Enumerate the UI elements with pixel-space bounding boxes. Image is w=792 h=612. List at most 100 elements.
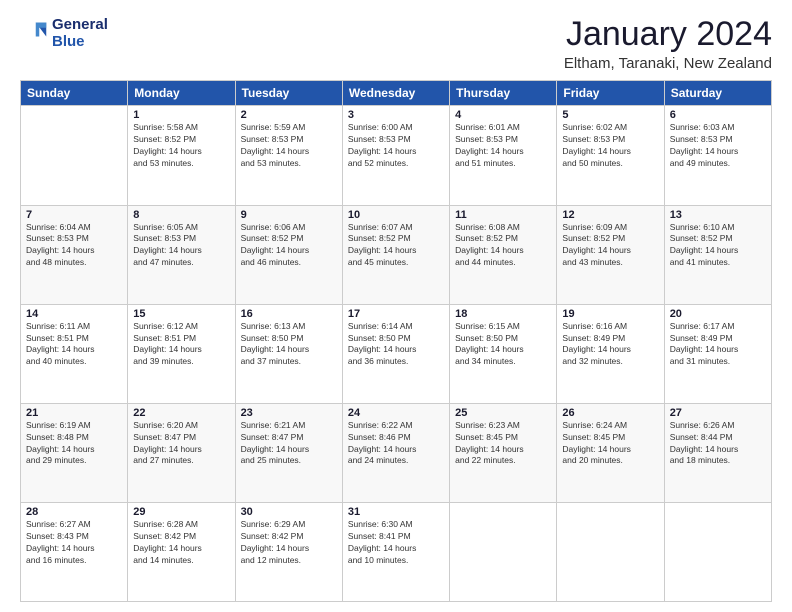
calendar-cell xyxy=(450,502,557,601)
day-info: Sunrise: 6:09 AMSunset: 8:52 PMDaylight:… xyxy=(562,222,658,270)
calendar-cell: 3Sunrise: 6:00 AMSunset: 8:53 PMDaylight… xyxy=(342,106,449,205)
day-number: 18 xyxy=(455,308,551,320)
day-info: Sunrise: 6:19 AMSunset: 8:48 PMDaylight:… xyxy=(26,420,122,468)
weekday-header-friday: Friday xyxy=(557,81,664,106)
logo-text: General Blue xyxy=(52,16,108,50)
calendar-cell: 25Sunrise: 6:23 AMSunset: 8:45 PMDayligh… xyxy=(450,403,557,502)
day-info: Sunrise: 6:22 AMSunset: 8:46 PMDaylight:… xyxy=(348,420,444,468)
week-row-2: 7Sunrise: 6:04 AMSunset: 8:53 PMDaylight… xyxy=(21,205,772,304)
day-info: Sunrise: 6:15 AMSunset: 8:50 PMDaylight:… xyxy=(455,321,551,369)
day-number: 30 xyxy=(241,506,337,518)
day-info: Sunrise: 6:12 AMSunset: 8:51 PMDaylight:… xyxy=(133,321,229,369)
weekday-header-tuesday: Tuesday xyxy=(235,81,342,106)
day-number: 29 xyxy=(133,506,229,518)
day-number: 20 xyxy=(670,308,766,320)
calendar-cell: 1Sunrise: 5:58 AMSunset: 8:52 PMDaylight… xyxy=(128,106,235,205)
calendar-cell: 18Sunrise: 6:15 AMSunset: 8:50 PMDayligh… xyxy=(450,304,557,403)
calendar-table: SundayMondayTuesdayWednesdayThursdayFrid… xyxy=(20,80,772,602)
main-title: January 2024 xyxy=(564,16,772,53)
day-info: Sunrise: 6:01 AMSunset: 8:53 PMDaylight:… xyxy=(455,122,551,170)
title-section: January 2024 Eltham, Taranaki, New Zeala… xyxy=(564,16,772,72)
day-number: 24 xyxy=(348,407,444,419)
calendar-cell: 15Sunrise: 6:12 AMSunset: 8:51 PMDayligh… xyxy=(128,304,235,403)
week-row-1: 1Sunrise: 5:58 AMSunset: 8:52 PMDaylight… xyxy=(21,106,772,205)
calendar-cell: 13Sunrise: 6:10 AMSunset: 8:52 PMDayligh… xyxy=(664,205,771,304)
calendar-cell: 22Sunrise: 6:20 AMSunset: 8:47 PMDayligh… xyxy=(128,403,235,502)
day-info: Sunrise: 6:10 AMSunset: 8:52 PMDaylight:… xyxy=(670,222,766,270)
day-number: 28 xyxy=(26,506,122,518)
subtitle: Eltham, Taranaki, New Zealand xyxy=(564,55,772,72)
calendar-cell: 11Sunrise: 6:08 AMSunset: 8:52 PMDayligh… xyxy=(450,205,557,304)
calendar-cell: 20Sunrise: 6:17 AMSunset: 8:49 PMDayligh… xyxy=(664,304,771,403)
header: General Blue January 2024 Eltham, Tarana… xyxy=(20,16,772,72)
day-info: Sunrise: 6:16 AMSunset: 8:49 PMDaylight:… xyxy=(562,321,658,369)
day-info: Sunrise: 6:26 AMSunset: 8:44 PMDaylight:… xyxy=(670,420,766,468)
day-number: 17 xyxy=(348,308,444,320)
day-number: 16 xyxy=(241,308,337,320)
day-info: Sunrise: 6:02 AMSunset: 8:53 PMDaylight:… xyxy=(562,122,658,170)
day-info: Sunrise: 6:27 AMSunset: 8:43 PMDaylight:… xyxy=(26,519,122,567)
day-info: Sunrise: 6:29 AMSunset: 8:42 PMDaylight:… xyxy=(241,519,337,567)
calendar-cell: 14Sunrise: 6:11 AMSunset: 8:51 PMDayligh… xyxy=(21,304,128,403)
day-number: 8 xyxy=(133,209,229,221)
weekday-header-sunday: Sunday xyxy=(21,81,128,106)
weekday-header-saturday: Saturday xyxy=(664,81,771,106)
calendar-cell: 30Sunrise: 6:29 AMSunset: 8:42 PMDayligh… xyxy=(235,502,342,601)
day-number: 3 xyxy=(348,109,444,121)
day-number: 12 xyxy=(562,209,658,221)
logo-icon xyxy=(20,19,48,47)
day-number: 23 xyxy=(241,407,337,419)
calendar-cell: 2Sunrise: 5:59 AMSunset: 8:53 PMDaylight… xyxy=(235,106,342,205)
calendar-cell: 27Sunrise: 6:26 AMSunset: 8:44 PMDayligh… xyxy=(664,403,771,502)
day-info: Sunrise: 6:24 AMSunset: 8:45 PMDaylight:… xyxy=(562,420,658,468)
day-number: 19 xyxy=(562,308,658,320)
day-info: Sunrise: 6:28 AMSunset: 8:42 PMDaylight:… xyxy=(133,519,229,567)
week-row-5: 28Sunrise: 6:27 AMSunset: 8:43 PMDayligh… xyxy=(21,502,772,601)
day-info: Sunrise: 5:58 AMSunset: 8:52 PMDaylight:… xyxy=(133,122,229,170)
calendar-cell: 6Sunrise: 6:03 AMSunset: 8:53 PMDaylight… xyxy=(664,106,771,205)
calendar-cell: 28Sunrise: 6:27 AMSunset: 8:43 PMDayligh… xyxy=(21,502,128,601)
week-row-4: 21Sunrise: 6:19 AMSunset: 8:48 PMDayligh… xyxy=(21,403,772,502)
day-number: 31 xyxy=(348,506,444,518)
weekday-header-wednesday: Wednesday xyxy=(342,81,449,106)
day-info: Sunrise: 6:08 AMSunset: 8:52 PMDaylight:… xyxy=(455,222,551,270)
page: General Blue January 2024 Eltham, Tarana… xyxy=(0,0,792,612)
calendar-cell: 26Sunrise: 6:24 AMSunset: 8:45 PMDayligh… xyxy=(557,403,664,502)
calendar-cell xyxy=(664,502,771,601)
calendar-cell xyxy=(21,106,128,205)
day-number: 22 xyxy=(133,407,229,419)
calendar-cell: 29Sunrise: 6:28 AMSunset: 8:42 PMDayligh… xyxy=(128,502,235,601)
day-info: Sunrise: 6:00 AMSunset: 8:53 PMDaylight:… xyxy=(348,122,444,170)
day-number: 25 xyxy=(455,407,551,419)
day-number: 2 xyxy=(241,109,337,121)
weekday-header-thursday: Thursday xyxy=(450,81,557,106)
day-number: 9 xyxy=(241,209,337,221)
calendar-cell: 12Sunrise: 6:09 AMSunset: 8:52 PMDayligh… xyxy=(557,205,664,304)
day-number: 11 xyxy=(455,209,551,221)
calendar-cell: 31Sunrise: 6:30 AMSunset: 8:41 PMDayligh… xyxy=(342,502,449,601)
day-number: 1 xyxy=(133,109,229,121)
calendar-cell: 7Sunrise: 6:04 AMSunset: 8:53 PMDaylight… xyxy=(21,205,128,304)
day-number: 15 xyxy=(133,308,229,320)
day-info: Sunrise: 6:13 AMSunset: 8:50 PMDaylight:… xyxy=(241,321,337,369)
calendar-cell: 21Sunrise: 6:19 AMSunset: 8:48 PMDayligh… xyxy=(21,403,128,502)
calendar-cell: 23Sunrise: 6:21 AMSunset: 8:47 PMDayligh… xyxy=(235,403,342,502)
day-info: Sunrise: 6:06 AMSunset: 8:52 PMDaylight:… xyxy=(241,222,337,270)
day-number: 7 xyxy=(26,209,122,221)
calendar-cell: 5Sunrise: 6:02 AMSunset: 8:53 PMDaylight… xyxy=(557,106,664,205)
calendar-cell: 17Sunrise: 6:14 AMSunset: 8:50 PMDayligh… xyxy=(342,304,449,403)
calendar-cell: 8Sunrise: 6:05 AMSunset: 8:53 PMDaylight… xyxy=(128,205,235,304)
day-number: 27 xyxy=(670,407,766,419)
day-info: Sunrise: 6:17 AMSunset: 8:49 PMDaylight:… xyxy=(670,321,766,369)
day-info: Sunrise: 6:30 AMSunset: 8:41 PMDaylight:… xyxy=(348,519,444,567)
day-info: Sunrise: 6:04 AMSunset: 8:53 PMDaylight:… xyxy=(26,222,122,270)
day-info: Sunrise: 6:03 AMSunset: 8:53 PMDaylight:… xyxy=(670,122,766,170)
calendar-cell: 9Sunrise: 6:06 AMSunset: 8:52 PMDaylight… xyxy=(235,205,342,304)
day-info: Sunrise: 6:07 AMSunset: 8:52 PMDaylight:… xyxy=(348,222,444,270)
day-info: Sunrise: 6:20 AMSunset: 8:47 PMDaylight:… xyxy=(133,420,229,468)
calendar-cell: 19Sunrise: 6:16 AMSunset: 8:49 PMDayligh… xyxy=(557,304,664,403)
day-info: Sunrise: 6:23 AMSunset: 8:45 PMDaylight:… xyxy=(455,420,551,468)
day-info: Sunrise: 5:59 AMSunset: 8:53 PMDaylight:… xyxy=(241,122,337,170)
calendar-cell xyxy=(557,502,664,601)
day-number: 21 xyxy=(26,407,122,419)
